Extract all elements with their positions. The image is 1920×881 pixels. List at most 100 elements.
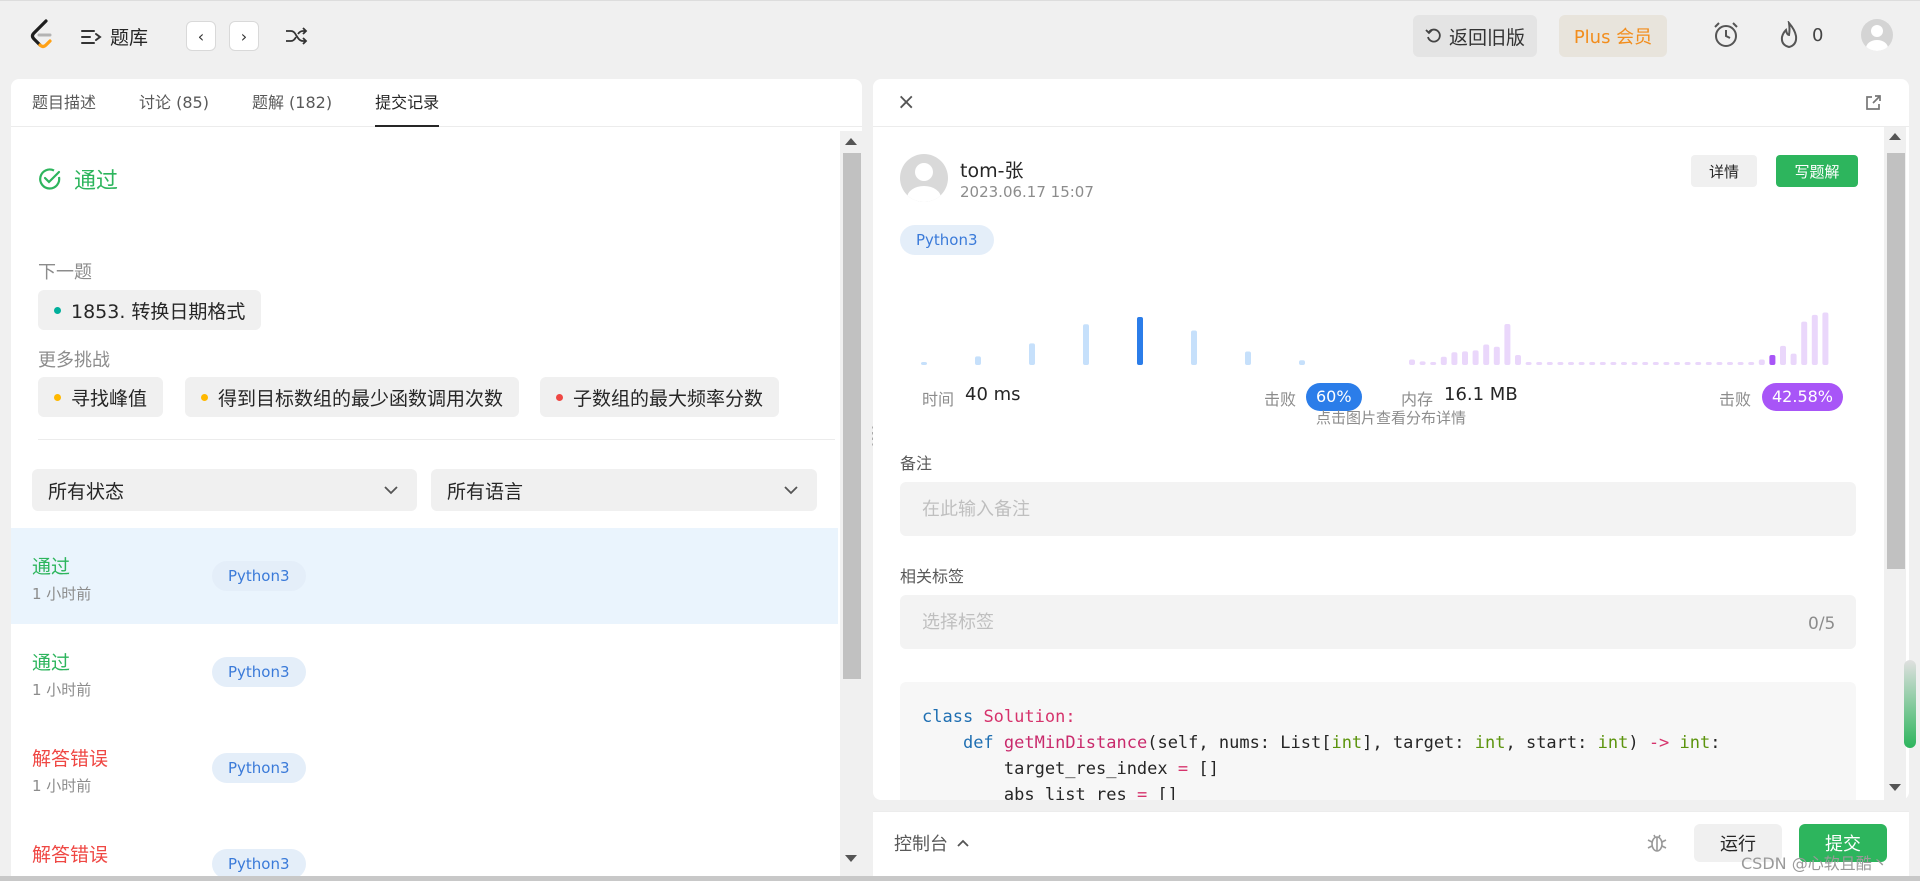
watermark: CSDN @心软且酷丶 xyxy=(1741,854,1888,873)
note-input[interactable] xyxy=(900,482,1856,536)
memory-bar xyxy=(1557,362,1564,365)
memory-bar xyxy=(1578,362,1585,365)
memory-bar xyxy=(1663,362,1670,365)
submission-row[interactable]: 通过 1 小时前 Python3 xyxy=(11,528,838,624)
scroll-down-icon[interactable] xyxy=(845,855,857,862)
status-filter-value: 所有状态 xyxy=(48,480,125,503)
code-view[interactable]: class Solution: def getMinDistance(self,… xyxy=(900,682,1856,800)
language-pill: Python3 xyxy=(212,657,306,687)
floating-side-widget[interactable] xyxy=(1904,660,1916,748)
difficulty-dot xyxy=(556,393,563,401)
runtime-distribution-chart[interactable] xyxy=(913,279,1353,369)
runtime-bar xyxy=(1137,317,1143,365)
submission-row[interactable]: 通过 1 小时前 Python3 xyxy=(11,624,838,720)
top-nav-bar: 题库 ‹ › 返回旧版 Plus 会员 0 xyxy=(0,0,1920,68)
challenge-chip[interactable]: 得到目标数组的最少函数调用次数 xyxy=(185,377,520,417)
tab-submissions[interactable]: 提交记录 xyxy=(375,79,440,127)
flame-icon[interactable] xyxy=(1778,21,1800,49)
memory-bar xyxy=(1462,351,1468,365)
write-solution-button[interactable]: 写题解 xyxy=(1776,155,1858,187)
prev-problem-button[interactable]: ‹ xyxy=(186,21,216,51)
user-avatar-icon[interactable] xyxy=(1861,19,1893,51)
memory-bar xyxy=(1440,356,1447,365)
memory-bar xyxy=(1716,362,1723,365)
leetcode-logo[interactable] xyxy=(28,19,56,51)
details-button[interactable]: 详情 xyxy=(1691,155,1757,187)
alarm-clock-icon[interactable] xyxy=(1711,20,1741,50)
submission-status: 解答错误 xyxy=(32,844,109,866)
memory-bar xyxy=(1652,362,1659,365)
language-pill: Python3 xyxy=(212,849,306,879)
code-line: def getMinDistance(self, nums: List[int]… xyxy=(962,733,1721,753)
memory-bar xyxy=(1451,352,1458,365)
divider xyxy=(38,439,835,440)
problem-list-title: 题库 xyxy=(110,27,149,49)
memory-bar xyxy=(1568,362,1574,365)
code-line: abs_list_res = [] xyxy=(922,785,1178,800)
language-filter-select[interactable]: 所有语言 xyxy=(431,469,817,511)
runtime-value: 40 ms xyxy=(965,384,1021,405)
submission-row[interactable]: 解答错误 Python3 xyxy=(11,816,838,881)
memory-bar xyxy=(1727,362,1733,365)
runtime-bar xyxy=(1083,324,1089,365)
memory-bar xyxy=(1599,362,1606,365)
challenge-chip[interactable]: 寻找峰值 xyxy=(38,377,164,417)
next-problem-chip[interactable]: 1853. 转换日期格式 xyxy=(38,290,262,330)
memory-bar xyxy=(1493,346,1500,365)
memory-bar xyxy=(1684,362,1691,365)
list-icon xyxy=(81,29,102,44)
note-label: 备注 xyxy=(900,454,933,473)
tags-select[interactable] xyxy=(900,595,1856,649)
scroll-up-icon[interactable] xyxy=(845,138,857,145)
memory-bar xyxy=(1758,359,1765,365)
memory-bar xyxy=(1695,362,1702,365)
runtime-bar xyxy=(1245,351,1251,365)
submitter-name[interactable]: tom-张 xyxy=(960,156,1023,183)
memory-distribution-chart[interactable] xyxy=(1403,279,1873,369)
chevron-down-icon xyxy=(384,486,398,495)
more-challenges-label: 更多挑战 xyxy=(38,350,110,371)
runtime-bar xyxy=(975,356,981,365)
shuffle-icon[interactable] xyxy=(284,25,308,47)
old-version-button[interactable]: 返回旧版 xyxy=(1413,15,1537,57)
language-filter-value: 所有语言 xyxy=(447,480,524,503)
tab-solutions[interactable]: 题解 (182) xyxy=(252,79,332,126)
memory-bar xyxy=(1631,362,1638,365)
memory-bar xyxy=(1780,345,1786,365)
tab-description[interactable]: 题目描述 xyxy=(32,79,96,126)
memory-bar xyxy=(1610,362,1617,365)
close-icon[interactable]: × xyxy=(897,92,915,114)
runtime-bar xyxy=(1191,330,1197,365)
plus-membership-button[interactable]: Plus 会员 xyxy=(1559,15,1667,57)
memory-bar xyxy=(1822,312,1829,365)
chevron-left-icon: ‹ xyxy=(197,26,205,46)
submission-row[interactable]: 解答错误 1 小时前 Python3 xyxy=(11,720,838,816)
chevron-up-icon xyxy=(957,839,969,847)
challenge-title: 子数组的最大频率分数 xyxy=(573,387,764,410)
chevron-down-icon xyxy=(784,486,798,495)
right-scrollbar-thumb[interactable] xyxy=(1887,153,1905,569)
console-toggle[interactable]: 控制台 xyxy=(894,830,970,856)
console-label: 控制台 xyxy=(894,834,948,855)
memory-bar xyxy=(1536,362,1543,365)
tags-count: 0/5 xyxy=(1808,614,1836,634)
tab-discussion[interactable]: 讨论 (85) xyxy=(139,79,209,126)
scroll-down-icon[interactable] xyxy=(1889,784,1901,791)
status-filter-select[interactable]: 所有状态 xyxy=(32,469,417,511)
language-pill: Python3 xyxy=(212,561,306,591)
submitter-avatar xyxy=(900,154,948,202)
memory-bar xyxy=(1769,354,1776,365)
debug-icon[interactable] xyxy=(1645,830,1669,854)
external-link-icon[interactable] xyxy=(1863,93,1883,113)
left-scrollbar-thumb[interactable] xyxy=(843,153,861,679)
runtime-bar xyxy=(1299,360,1305,365)
memory-bar xyxy=(1748,362,1755,365)
difficulty-dot xyxy=(54,393,61,401)
challenge-chip[interactable]: 子数组的最大频率分数 xyxy=(540,377,780,417)
streak-count: 0 xyxy=(1812,25,1824,46)
next-problem-button[interactable]: › xyxy=(229,21,259,51)
detail-header: × xyxy=(873,79,1909,127)
scroll-up-icon[interactable] xyxy=(1889,133,1901,140)
result-status: 通过 xyxy=(38,163,118,195)
problem-list-nav[interactable]: 题库 xyxy=(80,23,148,50)
